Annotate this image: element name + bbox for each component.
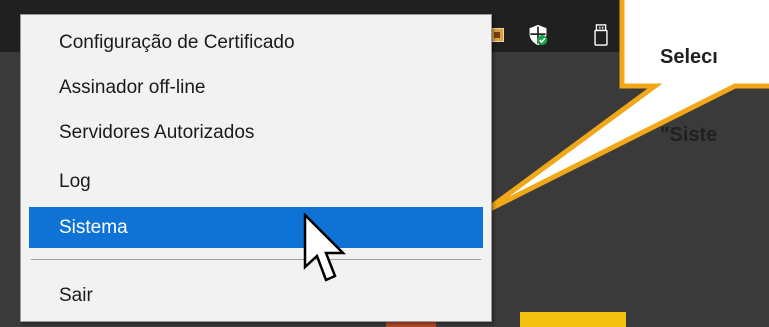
menu-item-assinador-off-line[interactable]: Assinador off-line [29, 67, 483, 108]
menu-separator [31, 259, 481, 260]
mouse-pointer-icon [303, 213, 347, 282]
callout-text: Selecı "Siste [660, 0, 769, 174]
callout-line-1: Selecı [660, 46, 718, 68]
menu-item-sair[interactable]: Sair [29, 275, 483, 316]
menu-item-log[interactable]: Log [29, 161, 483, 202]
menu-item-servidores-autorizados[interactable]: Servidores Autorizados [29, 112, 483, 153]
tray-context-menu: Configuração de Certificado Assinador of… [20, 14, 492, 322]
menu-item-sistema[interactable]: Sistema [29, 207, 483, 248]
menu-item-configuracao-de-certificado[interactable]: Configuração de Certificado [29, 22, 483, 63]
callout-line-2: "Siste [660, 124, 718, 146]
